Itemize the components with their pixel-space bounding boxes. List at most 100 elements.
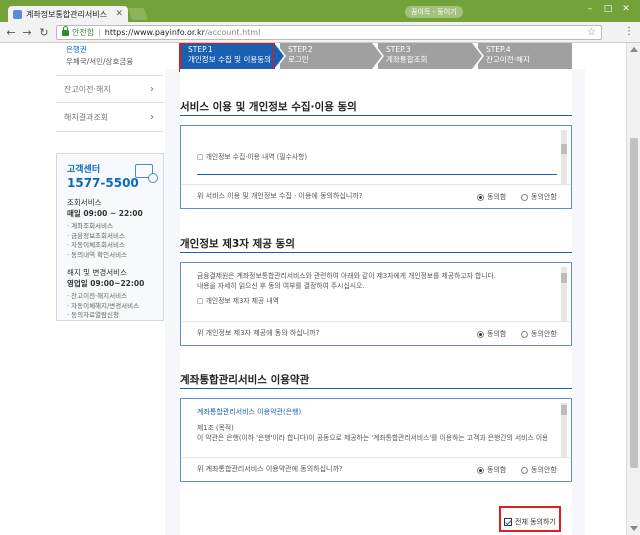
cs-phone: 1577-5500 [67, 176, 139, 190]
cs-item: · 자동이체조회서비스 [67, 241, 125, 249]
question-row: 위 계좌통합관리서비스 이용약관에 동의하십니까? 동의함 동의안함 [181, 457, 571, 479]
cs-hours-2: 영업일 09:00~22:00 [67, 279, 145, 288]
step-number: STEP.2 [288, 45, 313, 54]
cs-item: · 동의내역 확인서비스 [67, 250, 128, 259]
step-number: STEP.4 [486, 45, 511, 54]
reload-icon[interactable]: ↻ [37, 26, 51, 39]
terms-scrollbar[interactable] [561, 267, 567, 321]
url-path: /account.html [204, 28, 261, 37]
terms-rule [197, 174, 557, 175]
close-window-icon[interactable]: ✕ [618, 3, 634, 15]
terms-scrollbar[interactable] [561, 130, 567, 184]
extension-pill[interactable]: 꿈이득 - 둥이기 [405, 6, 463, 18]
lock-icon [62, 25, 69, 36]
radio-dot [521, 330, 528, 338]
tab-close-icon[interactable]: ✕ [115, 9, 123, 19]
sidebar-item-transfer[interactable]: 잔고이전·해지 › [56, 75, 164, 103]
step-4: STEP.4 잔고이전·해지 [478, 43, 572, 69]
step-label: 로그인 [288, 55, 309, 64]
browser-tab-bar: 계좌정보통합관리서비스 ✕ 꿈이득 - 둥이기 – □ ✕ [0, 0, 640, 22]
question-row: 위 개인정보 제3자 제공에 동의 하십니까? 동의함 동의안함 [181, 321, 571, 343]
terms-line: □ 개인정보 제3자 제공 내역 [197, 297, 279, 305]
terms-text: □ 개인정보 수집·이용 내역 (필수사항) [197, 153, 308, 161]
disagree-radio-3[interactable]: 동의안함 [521, 465, 557, 475]
radio-dot [477, 466, 484, 474]
cs-item: · 동의자료열람신청 [67, 311, 119, 319]
section-divider [180, 115, 572, 116]
section-divider [180, 388, 572, 389]
cs-item: · 자동이체해지/변경서비스 [67, 301, 140, 310]
minimize-icon[interactable]: – [582, 3, 598, 15]
customer-center-box: 고객센터 1577-5500 조회서비스 매일 09:00 ~ 22:00 · … [56, 153, 164, 321]
chevron-right-icon: › [150, 83, 154, 95]
radio-dot [477, 193, 484, 201]
back-icon[interactable]: ← [4, 26, 18, 39]
scroll-down-icon[interactable] [630, 526, 638, 531]
cs-hours-1: 매일 09:00 ~ 22:00 [67, 209, 143, 218]
sidebar-sub-bank[interactable]: 은행권 [56, 44, 164, 56]
section-title-collection: 서비스 이용 및 개인정보 수집·이용 동의 [180, 101, 357, 113]
cs-item: · 잔고이전·해지서비스 [67, 292, 128, 300]
url-input[interactable]: 안전함 | https://www.payinfo.or.kr /account… [56, 25, 602, 40]
address-bar: ← → ↻ 안전함 | https://www.payinfo.or.kr /a… [0, 22, 640, 43]
terms-scrollbar[interactable] [561, 403, 567, 457]
tab-title: 계좌정보통합관리서비스 [26, 9, 107, 19]
disagree-radio-2[interactable]: 동의안함 [521, 329, 557, 339]
section-title-terms: 계좌통합관리서비스 이용약관 [180, 374, 310, 386]
site-favicon-icon [13, 9, 22, 19]
step-label: 잔고이전·해지 [486, 55, 530, 64]
terms-line: 이 약관은 은행(이하 '은행'이라 합니다)이 공동으로 제공하는 '계좌통합… [197, 434, 547, 442]
scroll-thumb[interactable] [630, 138, 638, 468]
terms-box-service: 계좌통합관리서비스 이용약관(은행) 제1조 (목적) 이 약관은 은행(이하 … [180, 398, 572, 482]
new-tab-button[interactable] [127, 8, 149, 20]
radio-dot [521, 193, 528, 201]
agree-radio-3[interactable]: 동의함 [477, 465, 506, 475]
secure-label: 안전함 [72, 28, 95, 37]
terms-box-collection: □ 개인정보 수집·이용 내역 (필수사항) 위 서비스 이용 및 개인정보 수… [180, 125, 572, 209]
cs-hours-label-2: 해지 및 변경서비스 [67, 268, 127, 277]
page: 은행권 우체국/서민/상호금융 잔고이전·해지 › 해지결과조회 › 고객센터 … [0, 43, 626, 535]
step-number: STEP.3 [386, 45, 411, 54]
terms-line: 내용을 자세히 읽으신 후 동의 여부를 결정하여 주시십시오. [197, 282, 365, 290]
radio-dot [477, 330, 484, 338]
section-divider [180, 252, 572, 253]
sidebar-item-label: 잔고이전·해지 [64, 84, 111, 94]
section-title-third-party: 개인정보 제3자 제공 동의 [180, 238, 295, 250]
radio-dot [521, 466, 528, 474]
agree-radio-1[interactable]: 동의함 [477, 192, 506, 202]
scroll-up-icon[interactable] [630, 47, 638, 52]
sidebar-sub-post[interactable]: 우체국/서민/상호금융 [56, 56, 164, 68]
step-2: STEP.2 로그인 [280, 43, 384, 69]
agree-all-highlight [499, 506, 561, 532]
disagree-radio-1[interactable]: 동의안함 [521, 192, 557, 202]
step-3: STEP.3 계좌통합조회 [378, 43, 484, 69]
terms-line: 금융결제원은 계좌정보통합관리서비스와 관련하여 아래와 같이 제3자에게 개인… [197, 272, 496, 280]
chevron-right-icon: › [150, 112, 154, 123]
terms-text: 제1조 (목적) 이 약관은 은행(이하 '은행'이라 합니다)이 공동으로 제… [181, 417, 571, 443]
extension-area: 꿈이득 - 둥이기 [405, 5, 463, 19]
agree-radio-2[interactable]: 동의함 [477, 329, 506, 339]
terms-line: 제1조 (목적) [197, 424, 234, 432]
browser-menu-icon[interactable]: ⋮ [624, 26, 634, 37]
cs-hours-label-1: 조회서비스 [67, 198, 102, 207]
step-label: 계좌통합조회 [386, 55, 428, 64]
url-host: https://www.payinfo.or.kr [104, 28, 205, 37]
question-text: 위 개인정보 제3자 제공에 동의 하십니까? [197, 328, 320, 337]
terms-link[interactable]: 계좌통합관리서비스 이용약관(은행) [181, 399, 571, 417]
terms-text: 금융결제원은 계좌정보통합관리서비스와 관련하여 아래와 같이 제3자에게 개인… [181, 263, 571, 306]
cs-item: · 금융정보조회서비스 [67, 231, 125, 240]
maximize-icon[interactable]: □ [600, 3, 616, 15]
customer-center-icon [135, 164, 158, 183]
browser-tab[interactable]: 계좌정보통합관리서비스 ✕ [8, 6, 128, 22]
step-1-highlight [179, 43, 275, 72]
url-separator: | [98, 28, 101, 37]
cs-item: · 계좌조회서비스 [67, 222, 114, 230]
sidebar-item-label: 해지결과조회 [64, 113, 109, 122]
forward-icon[interactable]: → [20, 26, 34, 39]
terms-box-third-party: 금융결제원은 계좌정보통합관리서비스와 관련하여 아래와 같이 제3자에게 개인… [180, 262, 572, 346]
page-scrollbar[interactable] [626, 43, 640, 535]
question-text: 위 서비스 이용 및 개인정보 수집 · 이용에 동의하십니까? [197, 191, 363, 200]
bookmark-star-icon[interactable]: ☆ [587, 27, 596, 38]
question-text: 위 계좌통합관리서비스 이용약관에 동의하십니까? [197, 464, 343, 473]
sidebar-item-result[interactable]: 해지결과조회 › [56, 104, 164, 132]
